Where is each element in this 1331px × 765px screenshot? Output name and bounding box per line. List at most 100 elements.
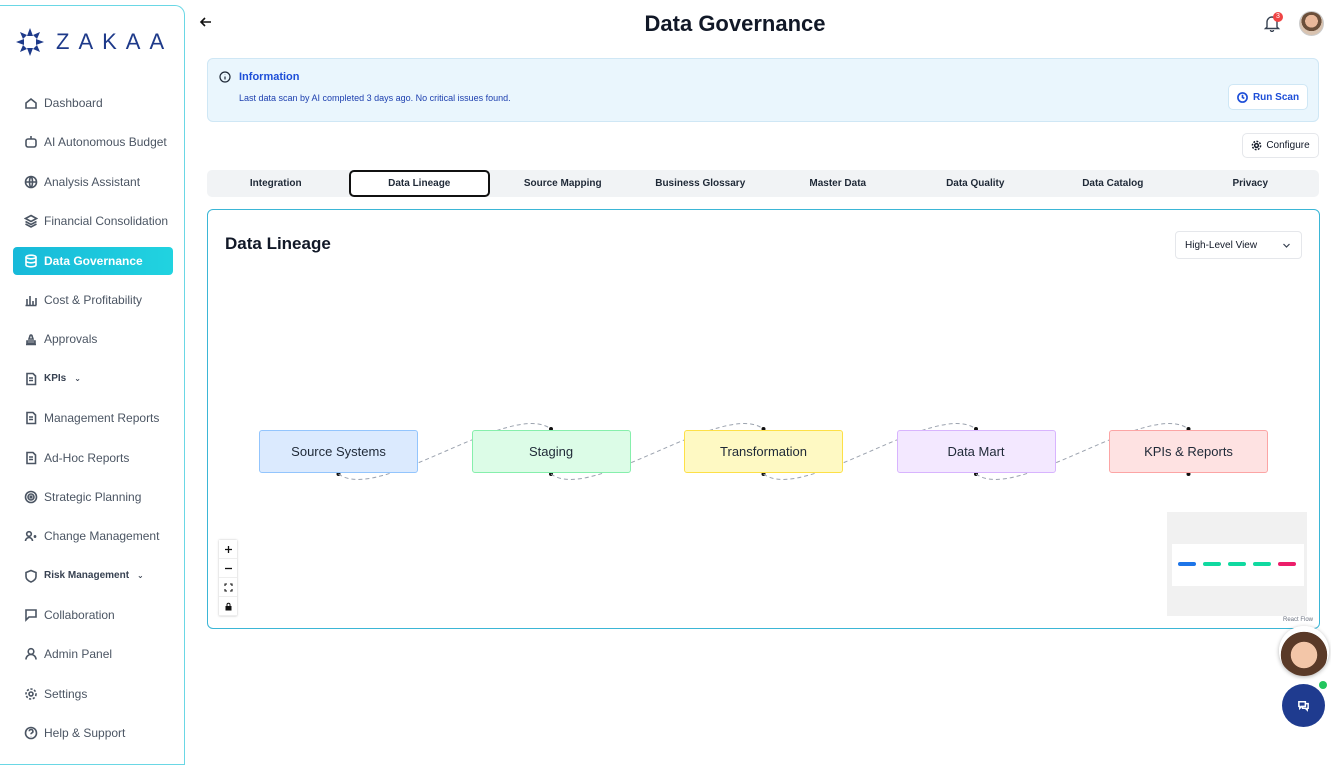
tab-integration[interactable]: Integration: [207, 170, 345, 197]
sidebar-item-strategic-planning[interactable]: Strategic Planning: [13, 483, 173, 511]
fit-view-button[interactable]: [219, 578, 237, 597]
document-icon: [26, 411, 37, 425]
sidebar-item-label: Cost & Profitability: [44, 292, 143, 307]
user-icon: [25, 648, 37, 661]
node-transformation[interactable]: Transformation: [684, 430, 843, 473]
sidebar-item-cost-profitability[interactable]: Cost & Profitability: [13, 286, 173, 314]
sidebar-item-label: Change Management: [44, 529, 160, 544]
sidebar-item-ai-autonomous-budget[interactable]: AI Autonomous Budget: [13, 128, 173, 156]
sidebar-item-label: Collaboration: [44, 608, 115, 623]
gear-icon: [1251, 140, 1262, 151]
minimap-node: [1253, 562, 1271, 566]
sidebar-item-kpis[interactable]: KPIs ⌄: [13, 365, 173, 393]
react-flow-attribution[interactable]: React Flow: [1283, 617, 1313, 623]
sidebar-item-label: Ad-Hoc Reports: [44, 450, 130, 465]
configure-button[interactable]: Configure: [1242, 133, 1319, 158]
tab-business-glossary[interactable]: Business Glossary: [632, 170, 770, 197]
tab-data-quality[interactable]: Data Quality: [907, 170, 1045, 197]
view-select[interactable]: High-Level View: [1175, 231, 1302, 259]
chat-icon: [1298, 701, 1309, 712]
sidebar-item-label: Management Reports: [44, 411, 160, 426]
message-icon: [25, 609, 37, 623]
database-icon: [25, 253, 37, 268]
sidebar-item-dashboard[interactable]: Dashboard: [13, 89, 173, 117]
notification-badge: 3: [1273, 12, 1283, 22]
lineage-edges: [336, 423, 1191, 480]
sidebar-item-label: Data Governance: [44, 253, 143, 268]
zoom-in-button[interactable]: [219, 540, 237, 559]
sidebar-item-label: KPIs: [44, 373, 67, 385]
sidebar-item-help-support[interactable]: Help & Support: [13, 719, 173, 747]
robot-icon: [25, 136, 37, 149]
node-data-mart[interactable]: Data Mart: [896, 430, 1056, 473]
lineage-title: Data Lineage: [225, 234, 331, 253]
tab-master-data[interactable]: Master Data: [769, 170, 907, 197]
assistant-avatar[interactable]: [1279, 626, 1329, 676]
tab-data-catalog[interactable]: Data Catalog: [1044, 170, 1182, 197]
tab-source-mapping[interactable]: Source Mapping: [494, 170, 632, 197]
run-scan-button[interactable]: Run Scan: [1228, 84, 1308, 110]
info-icon: [219, 71, 231, 83]
sidebar-item-label: Financial Consolidation: [44, 214, 169, 229]
chevron-down-icon: [1283, 243, 1290, 248]
sidebar: ZAKAA Dashboard AI Autonomous Budget Analy…: [0, 5, 185, 765]
lock-button[interactable]: [219, 597, 237, 616]
bar-chart-icon: [25, 295, 37, 307]
sidebar-item-label: Settings: [44, 686, 88, 701]
sidebar-item-label: AI Autonomous Budget: [44, 135, 167, 150]
sidebar-item-admin-panel[interactable]: Admin Panel: [13, 640, 173, 668]
sidebar-item-approvals[interactable]: Approvals: [13, 325, 173, 353]
globe-icon: [24, 175, 38, 189]
data-lineage-panel: Data Lineage High-Level View Source Syst…: [207, 209, 1320, 629]
node-kpis-reports[interactable]: KPIs & Reports: [1109, 430, 1268, 473]
chevron-down-icon: ⌄: [137, 571, 144, 581]
run-scan-label: Run Scan: [1252, 91, 1300, 103]
shield-icon: [25, 569, 37, 583]
minus-icon: [224, 567, 232, 569]
minimap-node: [1228, 562, 1246, 566]
sidebar-item-label: Help & Support: [44, 726, 126, 741]
node-staging[interactable]: Staging: [471, 430, 631, 473]
page-title: Data Governance: [644, 11, 826, 36]
clock-icon: [1237, 91, 1248, 103]
sidebar-item-label: Admin Panel: [44, 647, 113, 662]
sidebar-item-label: Approvals: [44, 332, 98, 347]
sidebar-item-change-management[interactable]: Change Management: [13, 522, 173, 550]
plus-icon: [224, 545, 232, 553]
user-avatar[interactable]: [1299, 11, 1324, 36]
node-source-systems[interactable]: Source Systems: [259, 430, 418, 473]
tab-privacy[interactable]: Privacy: [1182, 170, 1320, 197]
sidebar-item-data-governance[interactable]: Data Governance: [13, 246, 173, 275]
sidebar-item-financial-consolidation[interactable]: Financial Consolidation: [13, 207, 173, 235]
minimap[interactable]: [1167, 512, 1307, 616]
info-title: Information: [239, 71, 300, 83]
gear-icon: [25, 688, 37, 700]
document-icon: [26, 451, 37, 464]
sidebar-item-label: Strategic Planning: [44, 489, 142, 504]
sidebar-item-label: Risk Management: [44, 570, 130, 582]
info-message: Last data scan by AI completed 3 days ag…: [239, 93, 511, 103]
online-status-dot: [1319, 681, 1327, 689]
sidebar-item-settings[interactable]: Settings: [13, 680, 173, 708]
sidebar-nav: Dashboard AI Autonomous Budget Analysis As…: [13, 89, 173, 759]
document-icon: [26, 372, 37, 386]
configure-label: Configure: [1266, 140, 1310, 151]
chat-button[interactable]: [1282, 684, 1325, 727]
tab-data-lineage[interactable]: Data Lineage: [348, 170, 490, 197]
sidebar-item-collaboration[interactable]: Collaboration: [13, 601, 173, 629]
target-icon: [24, 490, 38, 504]
lock-icon: [225, 602, 231, 610]
minimap-node: [1178, 562, 1196, 566]
sidebar-item-ad-hoc-reports[interactable]: Ad-Hoc Reports: [13, 444, 173, 472]
layers-icon: [24, 214, 38, 229]
sidebar-item-analysis-assistant[interactable]: Analysis Assistant: [13, 168, 173, 196]
sidebar-item-label: Dashboard: [44, 96, 103, 110]
chevron-down-icon: ⌄: [74, 374, 81, 384]
flow-controls: [219, 540, 237, 616]
users-icon: [24, 531, 37, 542]
sidebar-item-management-reports[interactable]: Management Reports: [13, 404, 173, 432]
zoom-out-button[interactable]: [219, 559, 237, 578]
info-banner: Information Last data scan by AI complet…: [207, 58, 1319, 122]
sidebar-item-risk-management[interactable]: Risk Management ⌄: [13, 562, 173, 590]
home-icon: [25, 97, 37, 109]
